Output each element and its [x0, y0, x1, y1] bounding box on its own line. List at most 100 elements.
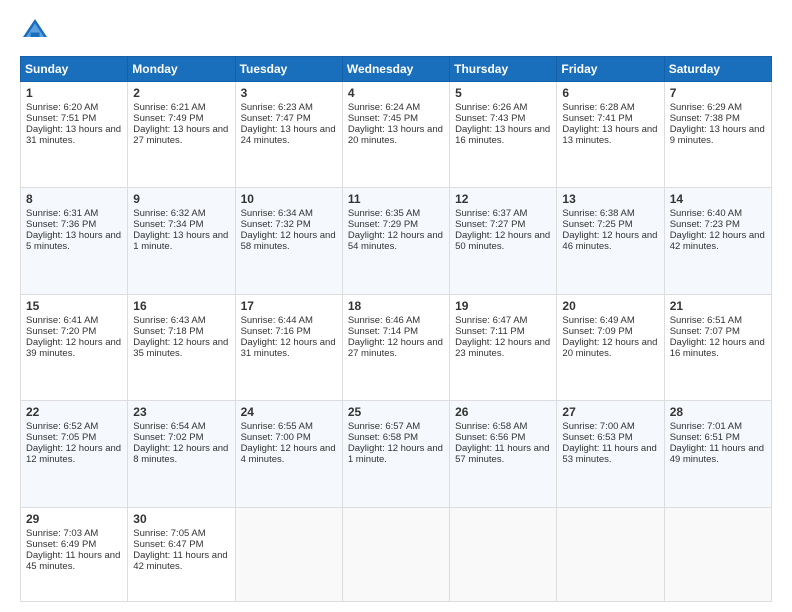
day-detail: Daylight: 12 hours and 12 minutes.	[26, 443, 121, 465]
day-detail: Daylight: 12 hours and 23 minutes.	[455, 337, 550, 359]
day-detail: Sunrise: 6:40 AM	[670, 208, 742, 219]
day-detail: Daylight: 12 hours and 39 minutes.	[26, 337, 121, 359]
table-row: 26Sunrise: 6:58 AMSunset: 6:56 PMDayligh…	[450, 401, 557, 507]
day-number: 1	[26, 86, 122, 100]
day-detail: Sunset: 7:02 PM	[133, 432, 203, 443]
day-detail: Sunset: 7:18 PM	[133, 326, 203, 337]
day-detail: Sunset: 7:41 PM	[562, 113, 632, 124]
day-detail: Daylight: 13 hours and 16 minutes.	[455, 124, 550, 146]
day-detail: Sunrise: 6:57 AM	[348, 421, 420, 432]
day-detail: Daylight: 12 hours and 31 minutes.	[241, 337, 336, 359]
day-detail: Sunrise: 6:28 AM	[562, 102, 634, 113]
day-detail: Sunrise: 6:52 AM	[26, 421, 98, 432]
page: SundayMondayTuesdayWednesdayThursdayFrid…	[0, 0, 792, 612]
day-detail: Sunset: 6:49 PM	[26, 539, 96, 550]
table-row: 29Sunrise: 7:03 AMSunset: 6:49 PMDayligh…	[21, 507, 128, 601]
day-detail: Sunrise: 6:44 AM	[241, 315, 313, 326]
table-row: 5Sunrise: 6:26 AMSunset: 7:43 PMDaylight…	[450, 82, 557, 188]
table-row: 18Sunrise: 6:46 AMSunset: 7:14 PMDayligh…	[342, 294, 449, 400]
table-row: 20Sunrise: 6:49 AMSunset: 7:09 PMDayligh…	[557, 294, 664, 400]
table-row: 24Sunrise: 6:55 AMSunset: 7:00 PMDayligh…	[235, 401, 342, 507]
day-detail: Daylight: 11 hours and 49 minutes.	[670, 443, 764, 465]
day-detail: Daylight: 11 hours and 42 minutes.	[133, 550, 227, 572]
day-detail: Sunset: 7:16 PM	[241, 326, 311, 337]
table-row: 3Sunrise: 6:23 AMSunset: 7:47 PMDaylight…	[235, 82, 342, 188]
day-detail: Sunrise: 6:51 AM	[670, 315, 742, 326]
day-number: 13	[562, 192, 658, 206]
day-detail: Sunrise: 6:49 AM	[562, 315, 634, 326]
day-detail: Sunset: 6:58 PM	[348, 432, 418, 443]
table-row: 25 Sunrise: 6:57 AMSunset: 6:58 PMDayligh…	[342, 401, 449, 507]
day-detail: Daylight: 12 hours and 46 minutes.	[562, 230, 657, 252]
logo-icon	[20, 16, 50, 46]
header	[20, 16, 772, 46]
day-number: 4	[348, 86, 444, 100]
day-detail: Daylight: 12 hours and 27 minutes.	[348, 337, 443, 359]
day-detail: Sunrise: 6:58 AM	[455, 421, 527, 432]
day-detail: Sunrise: 7:05 AM	[133, 528, 205, 539]
day-detail: Daylight: 11 hours and 57 minutes.	[455, 443, 549, 465]
col-header-saturday: Saturday	[664, 57, 771, 82]
day-detail: Daylight: 12 hours and 1 minute.	[348, 443, 443, 465]
day-detail: Sunrise: 6:54 AM	[133, 421, 205, 432]
day-detail: Daylight: 12 hours and 4 minutes.	[241, 443, 336, 465]
day-number: 28	[670, 405, 766, 419]
day-number: 21	[670, 299, 766, 313]
day-detail: Daylight: 13 hours and 5 minutes.	[26, 230, 121, 252]
day-detail: Sunset: 7:29 PM	[348, 219, 418, 230]
table-row: 10Sunrise: 6:34 AMSunset: 7:32 PMDayligh…	[235, 188, 342, 294]
day-detail: Sunset: 7:32 PM	[241, 219, 311, 230]
day-detail: Sunrise: 6:32 AM	[133, 208, 205, 219]
table-row	[235, 507, 342, 601]
day-detail: Sunrise: 6:20 AM	[26, 102, 98, 113]
day-detail: Sunrise: 6:41 AM	[26, 315, 98, 326]
day-number: 2	[133, 86, 229, 100]
day-number: 30	[133, 512, 229, 526]
day-detail: Sunset: 7:25 PM	[562, 219, 632, 230]
day-detail: Sunrise: 7:03 AM	[26, 528, 98, 539]
table-row: 13 Sunrise: 6:38 AMSunset: 7:25 PMDayligh…	[557, 188, 664, 294]
day-detail: Sunrise: 6:55 AM	[241, 421, 313, 432]
col-header-sunday: Sunday	[21, 57, 128, 82]
day-detail: Sunset: 7:07 PM	[670, 326, 740, 337]
day-detail: Sunrise: 7:01 AM	[670, 421, 742, 432]
day-number: 26	[455, 405, 551, 419]
day-detail: Sunset: 7:34 PM	[133, 219, 203, 230]
table-row	[450, 507, 557, 601]
day-detail: Daylight: 13 hours and 13 minutes.	[562, 124, 657, 146]
calendar-table: SundayMondayTuesdayWednesdayThursdayFrid…	[20, 56, 772, 602]
col-header-monday: Monday	[128, 57, 235, 82]
day-number: 27	[562, 405, 658, 419]
table-row: 28Sunrise: 7:01 AMSunset: 6:51 PMDayligh…	[664, 401, 771, 507]
day-detail: Sunset: 7:45 PM	[348, 113, 418, 124]
col-header-friday: Friday	[557, 57, 664, 82]
table-row: 17 Sunrise: 6:44 AMSunset: 7:16 PMDayligh…	[235, 294, 342, 400]
table-row: 23Sunrise: 6:54 AMSunset: 7:02 PMDayligh…	[128, 401, 235, 507]
day-detail: Sunset: 7:05 PM	[26, 432, 96, 443]
table-row: 4Sunrise: 6:24 AMSunset: 7:45 PMDaylight…	[342, 82, 449, 188]
table-row	[557, 507, 664, 601]
day-number: 17	[241, 299, 337, 313]
day-detail: Sunset: 7:51 PM	[26, 113, 96, 124]
day-detail: Sunrise: 6:38 AM	[562, 208, 634, 219]
table-row: 12Sunrise: 6:37 AMSunset: 7:27 PMDayligh…	[450, 188, 557, 294]
col-header-wednesday: Wednesday	[342, 57, 449, 82]
day-detail: Daylight: 13 hours and 24 minutes.	[241, 124, 336, 146]
day-detail: Daylight: 12 hours and 50 minutes.	[455, 230, 550, 252]
day-detail: Daylight: 12 hours and 35 minutes.	[133, 337, 228, 359]
day-detail: Sunrise: 6:43 AM	[133, 315, 205, 326]
day-number: 22	[26, 405, 122, 419]
table-row: 30 Sunrise: 7:05 AMSunset: 6:47 PMDayligh…	[128, 507, 235, 601]
day-detail: Sunset: 7:11 PM	[455, 326, 525, 337]
day-number: 16	[133, 299, 229, 313]
day-detail: Daylight: 13 hours and 31 minutes.	[26, 124, 121, 146]
day-number: 7	[670, 86, 766, 100]
day-number: 25	[348, 405, 444, 419]
day-number: 14	[670, 192, 766, 206]
table-row: 2Sunrise: 6:21 AMSunset: 7:49 PMDaylight…	[128, 82, 235, 188]
day-detail: Sunset: 7:43 PM	[455, 113, 525, 124]
day-detail: Sunset: 7:09 PM	[562, 326, 632, 337]
day-detail: Sunset: 6:47 PM	[133, 539, 203, 550]
day-detail: Daylight: 13 hours and 20 minutes.	[348, 124, 443, 146]
day-number: 8	[26, 192, 122, 206]
